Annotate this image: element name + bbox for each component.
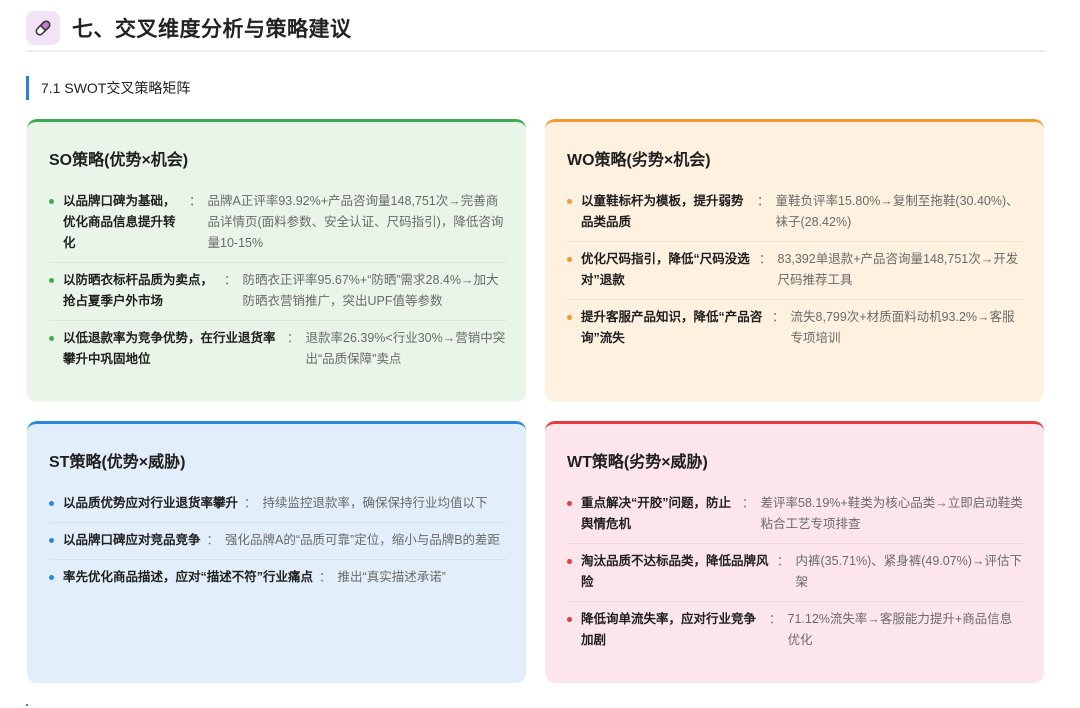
bullet-dot-icon bbox=[49, 575, 54, 580]
list-item: 优化尺码指引，降低“尺码没选对”退款 ： 83,392单退款+产品咨询量148,… bbox=[567, 242, 1024, 300]
item-heading: 降低询单流失率，应对行业竞争加剧 bbox=[581, 612, 757, 647]
bullet-dot-icon bbox=[49, 538, 54, 543]
st-strategy-card: ST策略(优势×威胁) 以品质优势应对行业退货率攀升 ： 持续监控退款率，确保保… bbox=[27, 421, 526, 683]
pill-icon-graphic bbox=[35, 20, 51, 36]
card-title: WT策略(劣势×威胁) bbox=[567, 454, 708, 471]
colon-separator: ： bbox=[759, 252, 772, 266]
item-detail: 品牌A正评率93.92%+产品咨询量148,751次→完善商品详情页(面料参数、… bbox=[207, 194, 504, 250]
colon-separator: ： bbox=[777, 554, 790, 568]
list-item: 以童鞋标杆为模板，提升弱势品类品质 ： 童鞋负评率15.80%→复制至拖鞋(30… bbox=[567, 184, 1024, 242]
bullet-dot-icon bbox=[49, 336, 54, 341]
item-heading: 以品质优势应对行业退货率攀升 bbox=[63, 496, 239, 510]
item-heading: 以品牌口碑应对竞品竞争 bbox=[63, 533, 201, 547]
bullet-dot-icon bbox=[567, 501, 572, 506]
item-detail: 强化品牌A的“品质可靠”定位，缩小与品牌B的差距 bbox=[225, 533, 501, 547]
colon-separator: ： bbox=[319, 570, 332, 584]
wo-strategy-card: WO策略(劣势×机会) 以童鞋标杆为模板，提升弱势品类品质 ： 童鞋负评率15.… bbox=[545, 119, 1044, 402]
item-detail: 流失8,799次+材质面料动机93.2%→客服专项培训 bbox=[790, 310, 1015, 345]
colon-separator: ： bbox=[757, 194, 770, 208]
item-detail: 差评率58.19%+鞋类为核心品类→立即启动鞋类粘合工艺专项排查 bbox=[760, 496, 1023, 531]
item-heading: 以防晒衣标杆品质为卖点，抢占夏季户外市场 bbox=[63, 273, 214, 308]
colon-separator: ： bbox=[244, 496, 257, 510]
item-detail: 推出“真实描述承诺” bbox=[337, 570, 446, 584]
bullet-dot-icon bbox=[567, 199, 572, 204]
bullet-dot-icon bbox=[567, 257, 572, 262]
colon-separator: ： bbox=[772, 310, 785, 324]
colon-separator: ： bbox=[189, 194, 202, 208]
card-title: ST策略(优势×威胁) bbox=[49, 454, 186, 471]
list-item: 重点解决“开胶”问题，防止舆情危机 ： 差评率58.19%+鞋类为核心品类→立即… bbox=[567, 486, 1024, 544]
colon-separator: ： bbox=[287, 331, 300, 345]
bullet-dot-icon bbox=[567, 617, 572, 622]
bullet-dot-icon bbox=[49, 199, 54, 204]
item-detail: 71.12%流失率→客服能力提升+商品信息优化 bbox=[787, 612, 1013, 647]
list-item: 以低退款率为竞争优势，在行业退货率攀升中巩固地位 ： 退款率26.39%<行业3… bbox=[49, 321, 506, 378]
bullet-dot-icon bbox=[567, 559, 572, 564]
item-detail: 内裤(35.71%)、紧身裤(49.07%)→评估下架 bbox=[795, 554, 1022, 589]
item-heading: 以品牌口碑为基础，优化商品信息提升转化 bbox=[63, 194, 176, 250]
item-heading: 提升客服产品知识，降低“产品咨询”流失 bbox=[581, 310, 763, 345]
colon-separator: ： bbox=[769, 612, 782, 626]
colon-separator: ： bbox=[224, 273, 237, 287]
wt-strategy-card: WT策略(劣势×威胁) 重点解决“开胶”问题，防止舆情危机 ： 差评率58.19… bbox=[545, 421, 1044, 683]
page-header: 七、交叉维度分析与策略建议 bbox=[26, 6, 1046, 52]
item-detail: 防晒衣正评率95.67%+“防晒”需求28.4%→加大防晒衣营销推广，突出UPF… bbox=[242, 273, 499, 308]
list-item: 以防晒衣标杆品质为卖点，抢占夏季户外市场 ： 防晒衣正评率95.67%+“防晒”… bbox=[49, 263, 506, 321]
bullet-dot-icon bbox=[49, 501, 54, 506]
list-item: 降低询单流失率，应对行业竞争加剧 ： 71.12%流失率→客服能力提升+商品信息… bbox=[567, 602, 1024, 659]
item-heading: 以低退款率为竞争优势，在行业退货率攀升中巩固地位 bbox=[63, 331, 276, 366]
section-marker bbox=[26, 704, 28, 706]
item-heading: 优化尺码指引，降低“尺码没选对”退款 bbox=[581, 252, 750, 287]
item-detail: 83,392单退款+产品咨询量148,751次→开发尺码推荐工具 bbox=[777, 252, 1019, 287]
list-item: 以品牌口碑为基础，优化商品信息提升转化 ： 品牌A正评率93.92%+产品咨询量… bbox=[49, 184, 506, 263]
pill-icon bbox=[26, 11, 60, 45]
bullet-dot-icon bbox=[49, 278, 54, 283]
item-heading: 重点解决“开胶”问题，防止舆情危机 bbox=[581, 496, 732, 531]
item-detail: 退款率26.39%<行业30%→营销中突出“品质保障”卖点 bbox=[305, 331, 506, 366]
card-title: WO策略(劣势×机会) bbox=[567, 152, 711, 169]
colon-separator: ： bbox=[742, 496, 755, 510]
card-title: SO策略(优势×机会) bbox=[49, 152, 189, 169]
list-item: 率先优化商品描述，应对“描述不符”行业痛点 ： 推出“真实描述承诺” bbox=[49, 560, 506, 596]
item-detail: 童鞋负评率15.80%→复制至拖鞋(30.40%)、袜子(28.42%) bbox=[775, 194, 1019, 229]
list-item: 淘汰品质不达标品类，降低品牌风险 ： 内裤(35.71%)、紧身裤(49.07%… bbox=[567, 544, 1024, 602]
item-detail: 持续监控退款率，确保保持行业均值以下 bbox=[262, 496, 488, 510]
list-item: 以品质优势应对行业退货率攀升 ： 持续监控退款率，确保保持行业均值以下 bbox=[49, 486, 506, 523]
colon-separator: ： bbox=[206, 533, 220, 547]
list-item: 提升客服产品知识，降低“产品咨询”流失 ： 流失8,799次+材质面料动机93.… bbox=[567, 300, 1024, 357]
item-heading: 率先优化商品描述，应对“描述不符”行业痛点 bbox=[63, 570, 314, 584]
item-heading: 淘汰品质不达标品类，降低品牌风险 bbox=[581, 554, 769, 589]
so-strategy-card: SO策略(优势×机会) 以品牌口碑为基础，优化商品信息提升转化 ： 品牌A正评率… bbox=[27, 119, 526, 402]
item-heading: 以童鞋标杆为模板，提升弱势品类品质 bbox=[581, 194, 744, 229]
section-title: 7.1 SWOT交叉策略矩阵 bbox=[26, 76, 190, 100]
list-item: 以品牌口碑应对竞品竞争 ： 强化品牌A的“品质可靠”定位，缩小与品牌B的差距 bbox=[49, 523, 506, 560]
page-title: 七、交叉维度分析与策略建议 bbox=[72, 18, 352, 41]
bullet-dot-icon bbox=[567, 315, 572, 320]
